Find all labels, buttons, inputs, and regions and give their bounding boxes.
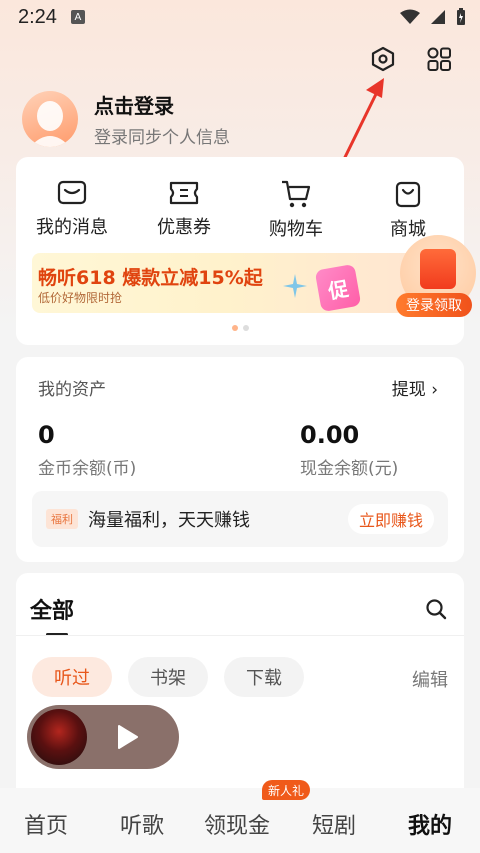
welfare-tag: 福利 [46,509,78,529]
new-user-badge: 新人礼 [262,780,311,800]
mini-player[interactable] [27,705,179,769]
default-avatar-icon [30,101,70,147]
status-bar: 2:24 A [0,0,480,34]
battery-icon [457,8,465,25]
assets-title: 我的资产 [38,380,106,400]
settings-hexagon-icon [371,46,395,72]
quick-item-label: 购物车 [269,219,323,240]
chip-downloads[interactable]: 下载 [224,657,304,697]
quick-item-messages[interactable]: 我的消息 [24,179,120,241]
coin-balance-label: 金币余额(币) [38,459,137,479]
sparkle-icon [283,274,307,298]
shop-bag-icon [395,181,421,208]
quick-item-cart[interactable]: 购物车 [248,179,344,241]
login-subtitle: 登录同步个人信息 [94,128,230,148]
welfare-bar[interactable]: 福利 海量福利，天天赚钱 立即赚钱 [32,491,448,547]
quick-item-shop[interactable]: 商城 [360,179,456,241]
coupon-icon [169,181,199,205]
claim-button[interactable]: 登录领取 [396,293,472,317]
nav-earn-cash[interactable]: 领现金 [204,808,270,840]
avatar[interactable] [22,91,78,147]
edit-button[interactable]: 编辑 [412,666,448,692]
nav-me[interactable]: 我的 [408,808,452,840]
carousel-dots [16,325,464,331]
quick-actions-card: 我的消息 优惠券 购物车 商城 畅听618 爆款立减15%起 低价好物限时抢 促… [16,157,476,345]
nav-home[interactable]: 首页 [24,808,68,840]
status-time: 2:24 [18,5,57,28]
nav-music[interactable]: 听歌 [120,808,164,840]
tab-all[interactable]: 全部 [30,593,74,625]
signal-icon [431,10,445,24]
login-title[interactable]: 点击登录 [94,90,230,119]
settings-button[interactable] [368,44,398,74]
promo-banner[interactable]: 畅听618 爆款立减15%起 低价好物限时抢 促 登录领取 [32,235,476,317]
quick-item-label: 我的消息 [36,217,108,238]
cash-balance-label: 现金余额(元) [300,459,399,479]
notification-badge: A [70,10,85,24]
cash-balance-value[interactable]: 0.00 [300,421,359,449]
bottom-nav: 首页 听歌 领现金 新人礼 短剧 我的 [0,780,480,853]
chip-history[interactable]: 听过 [32,657,112,697]
quick-item-label: 优惠券 [157,217,211,238]
apps-grid-button[interactable] [424,44,454,74]
promo-tag: 促 [314,263,362,313]
carousel-dot [231,325,238,331]
welfare-text: 海量福利，天天赚钱 [88,510,250,531]
quick-item-coupons[interactable]: 优惠券 [136,179,232,241]
profile-login[interactable]: 点击登录 登录同步个人信息 [22,90,230,148]
carousel-dot [242,325,249,331]
divider [16,635,464,636]
banner-title: 畅听618 爆款立减15%起 [38,267,263,289]
message-icon [57,180,87,205]
nav-short-drama[interactable]: 短剧 [312,808,356,840]
coin-balance-value[interactable]: 0 [38,421,55,449]
play-icon[interactable] [117,724,139,750]
earn-now-button[interactable]: 立即赚钱 [348,504,434,534]
search-icon[interactable] [424,597,448,621]
assets-card: 我的资产 提现 › 0 金币余额(币) 0.00 现金余额(元) 福利 海量福利… [16,357,464,562]
banner-subtitle: 低价好物限时抢 [38,291,123,305]
quick-item-label: 商城 [390,219,426,240]
album-cover[interactable] [31,709,87,765]
grid-apps-icon [427,47,451,71]
cart-icon [282,180,311,208]
withdraw-link[interactable]: 提现 › [392,375,438,400]
chip-bookshelf[interactable]: 书架 [128,657,208,697]
wifi-icon [400,9,420,24]
